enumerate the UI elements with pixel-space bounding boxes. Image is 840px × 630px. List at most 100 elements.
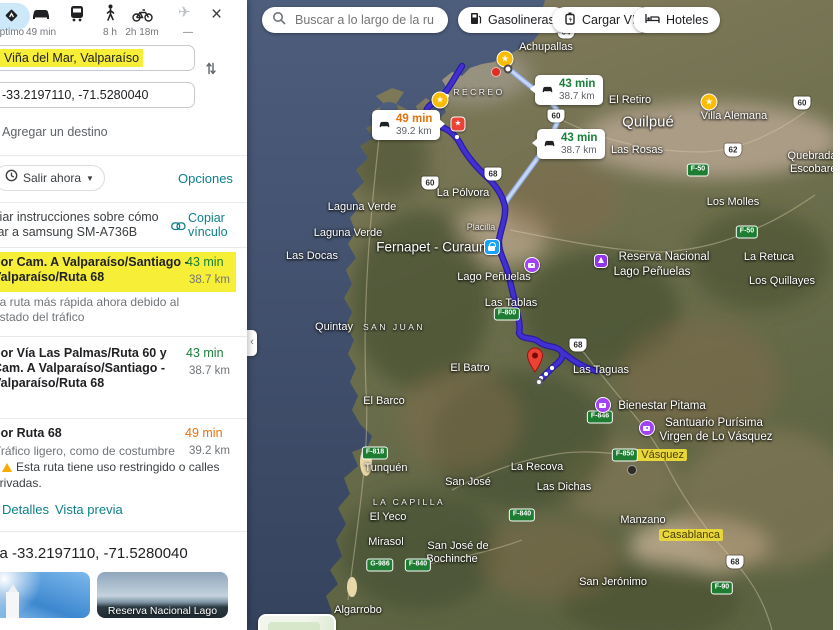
map-label: LA CAPILLA [372,497,446,507]
map-label: Virgen de Lo Vásquez [659,431,773,443]
route-time-bubble[interactable]: 43 min 38.7 km [529,75,604,105]
google-maps-directions-window: Achupallas RECREO El Retiro Quilpué Villa Al… [0,0,840,630]
map-label: Fernapet - Curauma [376,239,498,255]
send-directions-row[interactable]: Enviar instrucciones sobre cómo llegar a… [0,210,159,239]
map-label: El Retiro [608,94,652,106]
route-3-warning-line2: privadas. [0,476,42,490]
car-icon [543,135,556,153]
map-label: San Jerónimo [579,576,647,588]
mode-drive-time: 49 min [25,27,57,38]
landmark-star-marker[interactable] [450,116,466,132]
search-along-route[interactable] [262,7,448,33]
hotel-bed-icon [645,13,660,27]
map-label: RECREO [453,87,505,97]
route-1-note-line1: La ruta más rápida ahora debido al [0,295,180,309]
route-end-dot[interactable] [535,378,543,386]
map-label: Las Docas [286,250,338,262]
lock-marker[interactable] [484,239,500,255]
map-label: Santuario Purísima [665,417,763,429]
best-route-diamond-icon[interactable] [2,6,20,29]
map-label: Villa Alemana [700,110,768,122]
add-destination-link[interactable]: Agregar un destino [2,125,108,139]
divider [0,247,247,248]
gas-stations-button[interactable]: Gasolineras [458,7,567,33]
map-label: Las Rosas [611,144,663,156]
origin-field[interactable]: Viña del Mar, Valparaíso [0,45,195,71]
route-time-bubble[interactable]: 43 min 38.7 km [531,129,606,159]
photo-thumbnail-reserve[interactable]: Reserva Nacional Lago [97,572,228,618]
depart-time-button[interactable]: Salir ahora ▼ [0,165,105,191]
photo-poi-marker[interactable] [524,257,540,273]
transit-bus-icon[interactable] [70,5,84,27]
preview-link[interactable]: Vista previa [55,502,123,517]
map-label: El Yeco [369,511,407,523]
collapse-panel-button[interactable]: ‹ [247,330,257,356]
saved-place-star-marker[interactable] [700,93,718,111]
search-input[interactable] [293,12,437,28]
map-label: La Pólvora [436,187,490,199]
route-2-name-line1: por Vía Las Palmas/Ruta 60 y [0,346,167,360]
options-link[interactable]: Opciones [178,171,233,186]
map-label: Tunquén [364,462,408,474]
link-chain-icon [171,218,186,236]
flight-icon[interactable]: ✈ [178,3,191,21]
divider [0,202,247,203]
close-directions-icon[interactable]: × [211,5,222,24]
map-label: Placilla [466,222,496,232]
map-label: El Barco [363,395,405,407]
map-label: Lago Peñuelas [613,266,691,278]
road-shield: F-840 [404,558,432,572]
saved-place-star-marker[interactable] [431,91,449,109]
ev-charging-label: Cargar VE [582,13,641,27]
details-link[interactable]: Detalles [2,502,49,517]
copy-link-line2: vínculo [188,225,228,239]
church-tower-graphic [6,584,19,618]
map-label: Los Molles [706,196,760,208]
poi-dot-marker[interactable] [627,465,637,475]
route-option-1[interactable]: por Cam. A Valparaíso/Santiago - Valpara… [0,250,247,336]
map-label: El Batro [450,362,490,374]
map-label: Laguna Verde [313,227,383,239]
car-icon [378,116,391,134]
route-2-time: 43 min [186,346,224,360]
warning-icon [2,463,12,472]
route-3-name-line1: por Ruta 68 [0,426,62,440]
mode-flight-time: — [183,27,193,38]
fuel-icon [470,12,482,28]
map-label: Reserva Nacional [618,251,710,263]
small-poi-marker[interactable] [491,67,501,77]
bike-icon[interactable] [132,8,153,27]
map-label: Algarrobo [334,604,382,616]
hotels-button[interactable]: Hoteles [633,7,721,33]
destination-pin[interactable] [526,346,545,378]
bubble-distance: 39.2 km [396,126,432,137]
clock-icon [5,169,18,187]
send-directions-line2: llegar a samsung SM-A736B [0,224,138,239]
map-type-toggle[interactable] [258,614,336,630]
photo-poi-marker[interactable] [595,397,611,413]
photo-poi-marker[interactable] [639,420,655,436]
send-directions-line1: Enviar instrucciones sobre cómo [0,210,159,224]
copy-link-button[interactable]: Copiar vínculo [188,211,228,239]
divider [0,418,247,419]
route-point-dot[interactable] [503,64,513,74]
car-icon[interactable] [30,8,52,26]
destination-value: -33.2197110, -71.5280040 [2,88,149,102]
directions-panel: Óptimo 49 min 8 h 2h 18m ✈ — × Viña del … [0,0,247,630]
depart-time-label: Salir ahora [23,171,82,185]
nature-reserve-marker[interactable] [594,254,608,268]
destination-field[interactable]: -33.2197110, -71.5280040 [0,82,195,108]
bubble-time: 49 min [396,113,433,125]
map-label: Quintay [315,321,353,333]
walk-icon[interactable] [105,4,116,28]
map-label: Los Quillayes [748,275,816,287]
road-shield: F-840 [508,508,536,522]
photo-thumbnail-sanctuary[interactable] [0,572,90,618]
route-shield: 68 [726,555,744,569]
chevron-down-icon: ▼ [86,173,94,183]
route-option-3[interactable]: por Ruta 68 49 min Tráfico ligero, como … [0,420,247,498]
swap-origin-destination-icon[interactable] [205,60,217,82]
route-time-bubble[interactable]: 49 min 39.2 km [372,110,446,140]
road-shield: F-50 [686,163,710,177]
route-option-2[interactable]: por Vía Las Palmas/Ruta 60 y Cam. A Valp… [0,340,247,416]
